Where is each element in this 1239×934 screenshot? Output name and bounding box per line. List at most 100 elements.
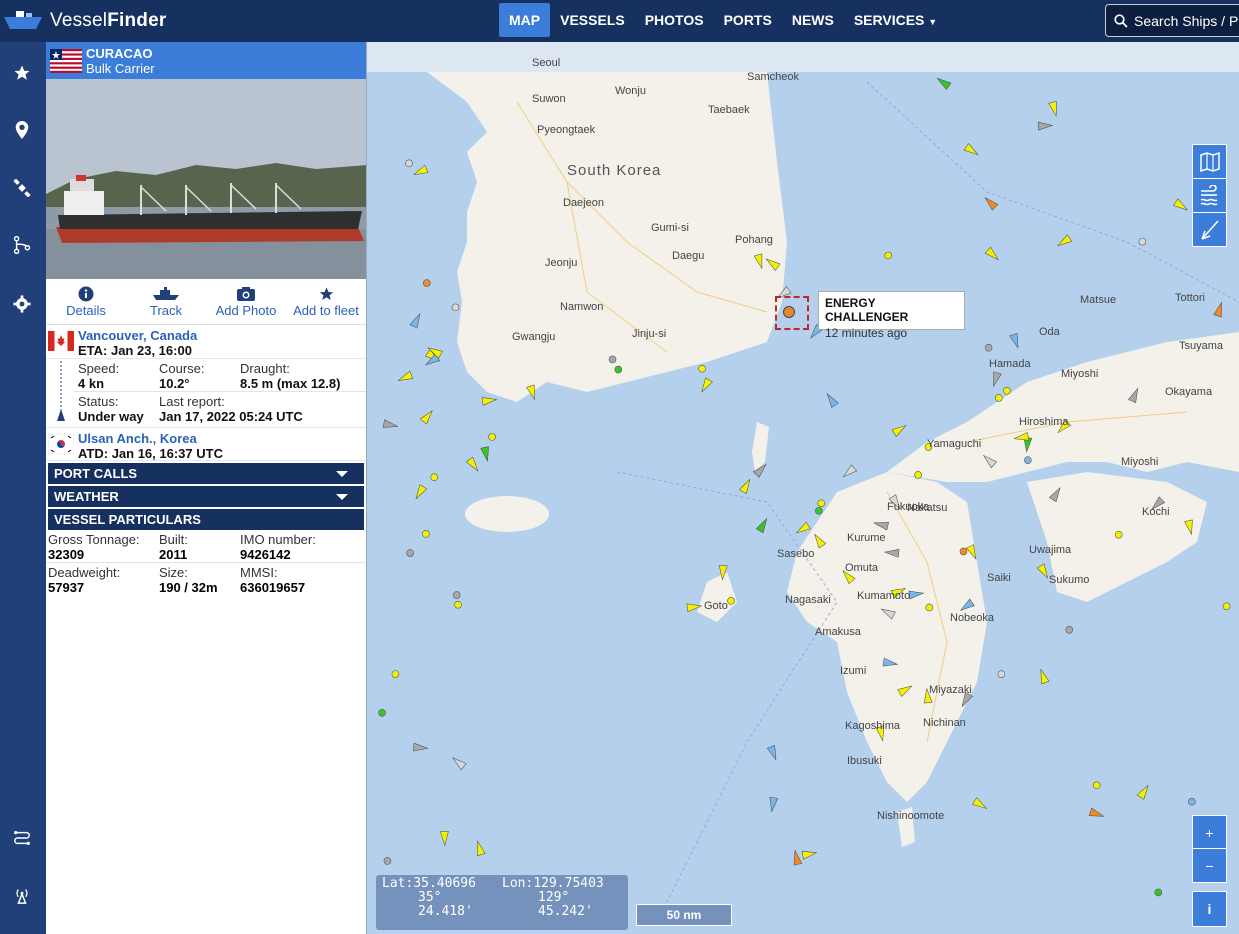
map-layer-button[interactable] (1192, 144, 1227, 179)
nav-services[interactable]: SERVICES ▼ (844, 3, 947, 37)
vessel-dot[interactable] (783, 306, 795, 318)
vessel-dot-marker[interactable] (959, 547, 968, 556)
vessel-arrow-marker[interactable] (450, 755, 467, 771)
vessel-arrow-marker[interactable] (412, 164, 429, 178)
ais-antenna-icon[interactable] (11, 884, 33, 906)
vessel-dot-marker[interactable] (925, 603, 934, 612)
nav-photos[interactable]: PHOTOS (635, 3, 714, 37)
vessel-dot-marker[interactable] (1024, 456, 1032, 464)
vessel-arrow-marker[interactable] (718, 565, 728, 581)
measure-button[interactable] (1192, 212, 1227, 247)
zoom-in-button[interactable]: + (1192, 815, 1227, 850)
vessel-arrow-marker[interactable] (982, 195, 999, 211)
vessel-dot-marker[interactable] (452, 591, 461, 599)
vessel-arrow-marker[interactable] (811, 532, 827, 549)
vessel-dot-marker[interactable] (608, 355, 617, 364)
vessel-dot-marker[interactable] (1092, 781, 1101, 790)
vessel-arrow-marker[interactable] (965, 544, 979, 561)
vessel-arrow-marker[interactable] (891, 422, 908, 437)
vessel-arrow-marker[interactable] (526, 384, 539, 401)
vessel-dot-marker[interactable] (430, 473, 439, 481)
vessel-dot-marker[interactable] (391, 670, 400, 678)
map-info-button[interactable]: i (1192, 891, 1227, 927)
vessel-dot-marker[interactable] (1222, 602, 1231, 611)
vessel-arrow-marker[interactable] (935, 75, 952, 90)
vessel-dot-marker[interactable] (1003, 386, 1011, 395)
vessel-arrow-marker[interactable] (882, 657, 899, 668)
vessel-arrow-marker[interactable] (972, 797, 988, 812)
vessel-arrow-marker[interactable] (908, 589, 925, 600)
map-canvas[interactable]: South Korea Seoul Suwon Wonju Samcheok T… (367, 42, 1239, 934)
vessel-dot-marker[interactable] (488, 433, 496, 441)
vessel-arrow-marker[interactable] (413, 742, 429, 752)
vessel-arrow-marker[interactable] (480, 446, 492, 463)
vessel-dot-marker[interactable] (383, 857, 392, 865)
port-calls-section[interactable]: PORT CALLS (48, 463, 364, 484)
location-pin-icon[interactable] (11, 119, 33, 141)
vessel-dot-marker[interactable] (727, 597, 735, 605)
vessel-photo[interactable] (46, 79, 366, 279)
vessel-arrow-marker[interactable] (1088, 807, 1105, 820)
vessel-arrow-marker[interactable] (474, 840, 486, 857)
vessel-arrow-marker[interactable] (1009, 332, 1022, 349)
vessel-arrow-marker[interactable] (755, 517, 770, 534)
vessel-arrow-marker[interactable] (801, 849, 818, 860)
vessel-dot-marker[interactable] (884, 251, 893, 260)
nav-vessels[interactable]: VESSELS (550, 3, 635, 37)
vessel-arrow-marker[interactable] (791, 849, 803, 866)
vessel-dot-marker[interactable] (1154, 888, 1163, 897)
vessel-arrow-marker[interactable] (419, 408, 435, 425)
vessel-arrow-marker[interactable] (1213, 301, 1226, 318)
vessel-dot-marker[interactable] (423, 279, 431, 287)
vessel-arrow-marker[interactable] (897, 683, 914, 697)
nav-map[interactable]: MAP (499, 3, 551, 37)
vessel-arrow-marker[interactable] (824, 391, 839, 408)
vessel-dot-marker[interactable] (914, 471, 922, 479)
weather-section[interactable]: WEATHER (48, 486, 364, 507)
vessel-arrow-marker[interactable] (413, 484, 428, 501)
vessel-dot-marker[interactable] (815, 507, 823, 515)
vessel-dot-marker[interactable] (451, 303, 460, 312)
vessel-arrow-marker[interactable] (1048, 100, 1060, 117)
vessel-arrow-marker[interactable] (1056, 234, 1073, 249)
vessel-arrow-marker[interactable] (963, 143, 980, 158)
vessel-arrow-marker[interactable] (794, 521, 811, 536)
add-to-fleet-button[interactable]: Add to fleet (286, 279, 366, 324)
vessel-dot-marker[interactable] (378, 708, 386, 717)
vessel-dot-marker[interactable] (997, 670, 1006, 678)
vessel-arrow-marker[interactable] (766, 745, 779, 761)
vessel-arrow-marker[interactable] (440, 831, 449, 847)
vessel-arrow-marker[interactable] (879, 605, 896, 620)
vessel-dot-marker[interactable] (422, 530, 430, 538)
departure-port-link[interactable]: Ulsan Anch., Korea (78, 431, 197, 446)
search-ships-input[interactable]: Search Ships / P (1105, 4, 1239, 37)
vessel-arrow-marker[interactable] (1136, 783, 1151, 800)
star-icon[interactable] (11, 62, 33, 84)
destination-port-link[interactable]: Vancouver, Canada (78, 328, 197, 343)
logo[interactable]: VesselFinder (0, 6, 166, 36)
vessel-dot-marker[interactable] (405, 159, 413, 168)
vessel-arrow-marker[interactable] (984, 246, 1001, 262)
add-photo-button[interactable]: Add Photo (206, 279, 286, 324)
vessel-dot-marker[interactable] (984, 343, 993, 352)
track-path-icon[interactable] (11, 827, 33, 849)
satellite-icon[interactable] (11, 177, 33, 199)
track-button[interactable]: Track (126, 279, 206, 324)
vessel-dot-marker[interactable] (614, 365, 623, 374)
vessel-arrow-marker[interactable] (465, 456, 481, 473)
details-button[interactable]: Details (46, 279, 126, 324)
vessel-arrow-marker[interactable] (764, 256, 781, 271)
weather-layer-button[interactable] (1192, 178, 1227, 213)
vessel-dot-marker[interactable] (1114, 530, 1123, 539)
vessel-dot-marker[interactable] (698, 364, 706, 373)
vessel-dot-marker[interactable] (1188, 797, 1196, 806)
vessel-arrow-marker[interactable] (686, 602, 703, 613)
vessel-arrow-marker[interactable] (768, 796, 779, 813)
nav-ports[interactable]: PORTS (714, 3, 782, 37)
nav-news[interactable]: NEWS (782, 3, 844, 37)
vessel-dot-marker[interactable] (454, 600, 462, 609)
vessel-arrow-marker[interactable] (883, 548, 900, 558)
vessel-dot-marker[interactable] (995, 394, 1003, 402)
vessel-arrow-marker[interactable] (1037, 668, 1050, 685)
vessel-dot-marker[interactable] (1065, 625, 1074, 634)
